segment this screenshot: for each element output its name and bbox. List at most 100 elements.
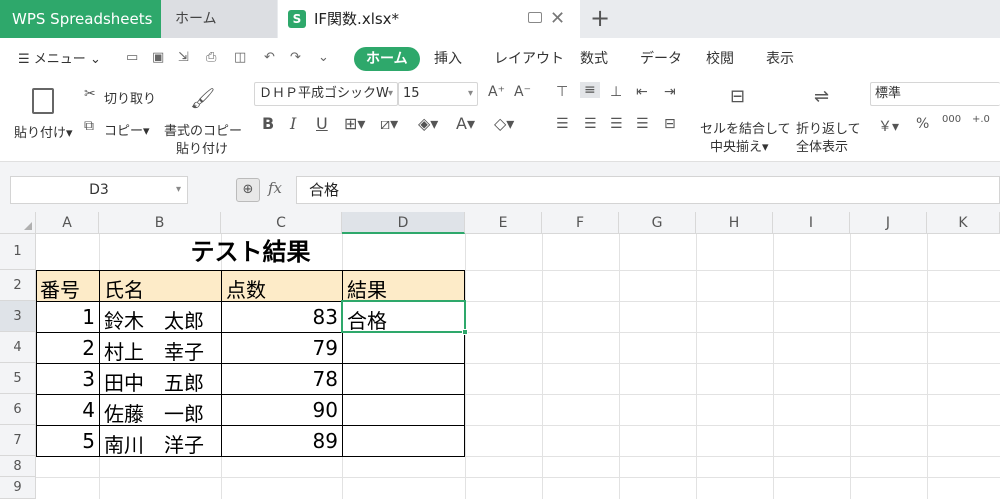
home-tab[interactable]: ホーム bbox=[161, 0, 277, 38]
tab-view[interactable]: 表示 bbox=[766, 47, 794, 71]
chevron-down-icon: ⌄ bbox=[85, 52, 101, 67]
menu-button[interactable]: ☰ メニュー ⌄ bbox=[18, 48, 101, 67]
cell-score[interactable]: 78 bbox=[221, 367, 338, 391]
header-result[interactable]: 結果 bbox=[347, 274, 387, 303]
pin-icon[interactable] bbox=[528, 12, 542, 23]
close-icon[interactable]: ✕ bbox=[550, 0, 565, 38]
header-name[interactable]: 氏名 bbox=[104, 274, 144, 303]
copy-icon[interactable]: ⧉ bbox=[84, 118, 94, 134]
dropdown-icon[interactable]: ⌄ bbox=[318, 50, 329, 65]
font-size-select[interactable]: 15 ▾ bbox=[398, 82, 478, 106]
cell-name[interactable]: 佐藤 一郎 bbox=[104, 398, 221, 427]
number-format-select[interactable]: 標準 bbox=[870, 82, 1000, 106]
fx-icon[interactable]: fx bbox=[268, 179, 282, 197]
cell-score[interactable]: 89 bbox=[221, 429, 338, 453]
cell-name[interactable]: 村上 幸子 bbox=[104, 336, 221, 365]
decrease-font-icon[interactable]: A⁻ bbox=[514, 84, 531, 100]
borders-icon[interactable]: ⊞▾ bbox=[344, 114, 365, 133]
chevron-down-icon: ▾ bbox=[387, 88, 393, 99]
format-painter-line2[interactable]: 貼り付け bbox=[176, 138, 228, 157]
cell-name[interactable]: 田中 五郎 bbox=[104, 367, 221, 396]
font-name-select[interactable]: ＤＨＰ平成ゴシックW ▾ bbox=[254, 82, 398, 106]
new-tab-button[interactable]: + bbox=[590, 0, 610, 36]
distribute-icon[interactable]: ⊟ bbox=[664, 116, 676, 132]
chevron-down-icon: ▾ bbox=[467, 88, 473, 99]
cell-score[interactable]: 79 bbox=[221, 336, 338, 360]
justify-icon[interactable]: ☰ bbox=[636, 116, 649, 132]
fill-handle[interactable] bbox=[462, 329, 468, 335]
menu-label: メニュー bbox=[33, 52, 86, 67]
merge-center-line1[interactable]: セルを結合して bbox=[700, 118, 791, 137]
border-style-icon[interactable]: ⧄▾ bbox=[380, 114, 398, 134]
active-cell-selection[interactable] bbox=[341, 300, 468, 335]
italic-icon[interactable]: I bbox=[290, 114, 296, 133]
wrap-text-line1[interactable]: 折り返して bbox=[796, 118, 861, 137]
align-top-icon[interactable]: ⊤ bbox=[556, 84, 568, 100]
percent-icon[interactable]: % bbox=[916, 116, 929, 132]
indent-decrease-icon[interactable]: ⇤ bbox=[636, 84, 648, 100]
formula-input[interactable]: 合格 bbox=[296, 176, 1000, 204]
font-color-icon[interactable]: A▾ bbox=[456, 114, 475, 133]
format-painter-icon[interactable]: 🖌 bbox=[190, 86, 215, 110]
align-bottom-icon[interactable]: ⊥ bbox=[610, 84, 622, 100]
cell-score[interactable]: 83 bbox=[221, 305, 338, 329]
cell-number[interactable]: 3 bbox=[36, 367, 95, 391]
paste-icon[interactable] bbox=[32, 88, 54, 114]
cell-name[interactable]: 鈴木 太郎 bbox=[104, 305, 221, 334]
spreadsheet-grid[interactable]: A B C D E F G H I J K 1 2 3 4 5 6 7 8 9 … bbox=[0, 212, 1000, 499]
align-right-icon[interactable]: ☰ bbox=[610, 116, 623, 132]
tab-layout[interactable]: レイアウト bbox=[494, 47, 564, 71]
cell-number[interactable]: 5 bbox=[36, 429, 95, 453]
undo-icon[interactable]: ↶ bbox=[264, 50, 275, 65]
file-tab-label: IF関数.xlsx* bbox=[314, 10, 400, 28]
print-icon[interactable]: ⎙ bbox=[206, 50, 216, 65]
export-icon[interactable]: ⇲ bbox=[178, 50, 189, 65]
copy-button[interactable]: コピー▾ bbox=[104, 120, 150, 139]
file-tab[interactable]: S IF関数.xlsx* ✕ bbox=[278, 0, 580, 38]
increase-font-icon[interactable]: A⁺ bbox=[488, 84, 505, 100]
align-middle-icon[interactable]: ≡ bbox=[580, 82, 600, 98]
header-score[interactable]: 点数 bbox=[226, 274, 266, 303]
formula-bar: D3 ▾ ⊕ fx 合格 bbox=[0, 162, 1000, 212]
cell-score[interactable]: 90 bbox=[221, 398, 338, 422]
zoom-icon[interactable]: ⊕ bbox=[236, 178, 260, 202]
menu-bar: ☰ メニュー ⌄ ▭ ▣ ⇲ ⎙ ◫ ↶ ↷ ⌄ ホーム 挿入 レイアウト 数式… bbox=[0, 38, 1000, 78]
tab-home[interactable]: ホーム bbox=[354, 47, 420, 71]
cell-name[interactable]: 南川 洋子 bbox=[104, 429, 221, 458]
currency-icon[interactable]: ￥▾ bbox=[878, 116, 899, 136]
thousands-icon[interactable]: 000 bbox=[942, 114, 961, 125]
merge-center-icon[interactable]: ⊟ bbox=[730, 86, 745, 107]
tab-insert[interactable]: 挿入 bbox=[434, 47, 462, 71]
clear-icon[interactable]: ◇▾ bbox=[494, 114, 514, 133]
cell-number[interactable]: 1 bbox=[36, 305, 95, 329]
header-number[interactable]: 番号 bbox=[40, 274, 80, 303]
scissors-icon[interactable]: ✂ bbox=[84, 86, 96, 102]
title-bar: WPS Spreadsheets ホーム S IF関数.xlsx* ✕ + bbox=[0, 0, 1000, 38]
merge-center-line2[interactable]: 中央揃え▾ bbox=[710, 136, 769, 155]
tab-review[interactable]: 校閲 bbox=[706, 47, 734, 71]
chevron-down-icon: ▾ bbox=[175, 184, 181, 195]
align-left-icon[interactable]: ☰ bbox=[556, 116, 569, 132]
wrap-text-icon[interactable]: ⇌ bbox=[814, 86, 829, 107]
wrap-text-line2[interactable]: 全体表示 bbox=[796, 136, 848, 155]
wps-app-tab[interactable]: WPS Spreadsheets bbox=[0, 0, 161, 38]
tab-formulas[interactable]: 数式 bbox=[580, 47, 608, 71]
indent-increase-icon[interactable]: ⇥ bbox=[664, 84, 676, 100]
align-center-icon[interactable]: ☰ bbox=[584, 116, 597, 132]
save-icon[interactable]: ▣ bbox=[152, 50, 164, 65]
preview-icon[interactable]: ◫ bbox=[234, 50, 246, 65]
decimal-icon[interactable]: +.0 bbox=[972, 114, 990, 125]
name-box[interactable]: D3 ▾ bbox=[10, 176, 188, 204]
cell-number[interactable]: 2 bbox=[36, 336, 95, 360]
tab-data[interactable]: データ bbox=[640, 47, 682, 71]
fill-color-icon[interactable]: ◈▾ bbox=[418, 114, 438, 133]
underline-icon[interactable]: U bbox=[316, 114, 328, 133]
bold-icon[interactable]: B bbox=[262, 114, 274, 133]
redo-icon[interactable]: ↷ bbox=[290, 50, 301, 65]
paste-button[interactable]: 貼り付け▾ bbox=[14, 122, 73, 141]
cut-button[interactable]: 切り取り bbox=[104, 88, 156, 107]
open-icon[interactable]: ▭ bbox=[126, 50, 138, 65]
cell-number[interactable]: 4 bbox=[36, 398, 95, 422]
format-painter-line1[interactable]: 書式のコピー bbox=[164, 120, 242, 139]
hamburger-icon: ☰ bbox=[18, 52, 34, 67]
